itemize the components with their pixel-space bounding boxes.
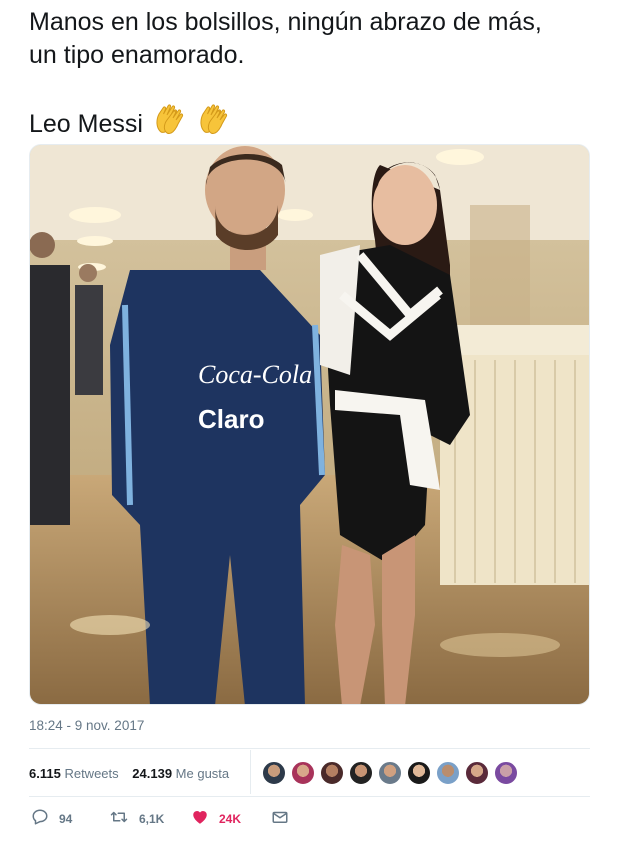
tweet-text-line-2: un tipo enamorado. (29, 41, 245, 69)
avatar[interactable] (436, 761, 460, 785)
retweets-count: 6.115 (29, 766, 61, 781)
heart-icon (191, 808, 219, 829)
avatar[interactable] (320, 761, 344, 785)
avatar[interactable] (494, 761, 518, 785)
tweet-timestamp[interactable]: 18:24 - 9 nov. 2017 (29, 718, 144, 733)
reply-icon (31, 808, 59, 829)
avatar[interactable] (407, 761, 431, 785)
likes-count: 24.139 (132, 766, 173, 781)
retweet-count: 6,1K (139, 811, 165, 826)
retweets-label: Retweets (64, 766, 119, 781)
tweet-text-line-1: Manos en los bolsillos, ningún abrazo de… (29, 8, 542, 36)
avatar[interactable] (378, 761, 402, 785)
tweet-stats: 6.115 Retweets 24.139 Me gusta (29, 766, 239, 781)
reply-count: 94 (59, 811, 73, 826)
likers-avatars (262, 761, 523, 785)
like-count: 24K (219, 811, 242, 826)
svg-text:Claro: Claro (198, 404, 264, 434)
reply-button[interactable]: 94 (31, 808, 72, 829)
divider (29, 748, 590, 749)
like-button[interactable]: 24K (191, 808, 241, 829)
likes-label: Me gusta (175, 766, 230, 781)
avatar[interactable] (349, 761, 373, 785)
clapping-hands-icon (153, 102, 187, 145)
avatar[interactable] (465, 761, 489, 785)
tweet-actions: 94 6,1K 24K (29, 808, 429, 832)
svg-text:Coca-Cola: Coca-Cola (198, 360, 312, 389)
tweet-text-line-3: Leo Messi (29, 110, 143, 138)
envelope-icon (271, 808, 299, 829)
divider (29, 796, 590, 797)
likes-stat[interactable]: 24.139 Me gusta (132, 766, 229, 781)
avatar[interactable] (291, 761, 315, 785)
clapping-hands-icon (197, 102, 231, 145)
tweet-text: Manos en los bolsillos, ningún abrazo de… (29, 6, 609, 145)
retweets-stat[interactable]: 6.115 Retweets (29, 766, 122, 781)
stats-separator (250, 750, 251, 794)
direct-message-button[interactable] (271, 808, 299, 829)
tweet-photo[interactable]: Coca-Cola Claro (29, 144, 590, 705)
retweet-button[interactable]: 6,1K (109, 808, 164, 829)
photo-illustration: Coca-Cola Claro (30, 145, 589, 704)
retweet-icon (109, 808, 139, 829)
avatar[interactable] (262, 761, 286, 785)
